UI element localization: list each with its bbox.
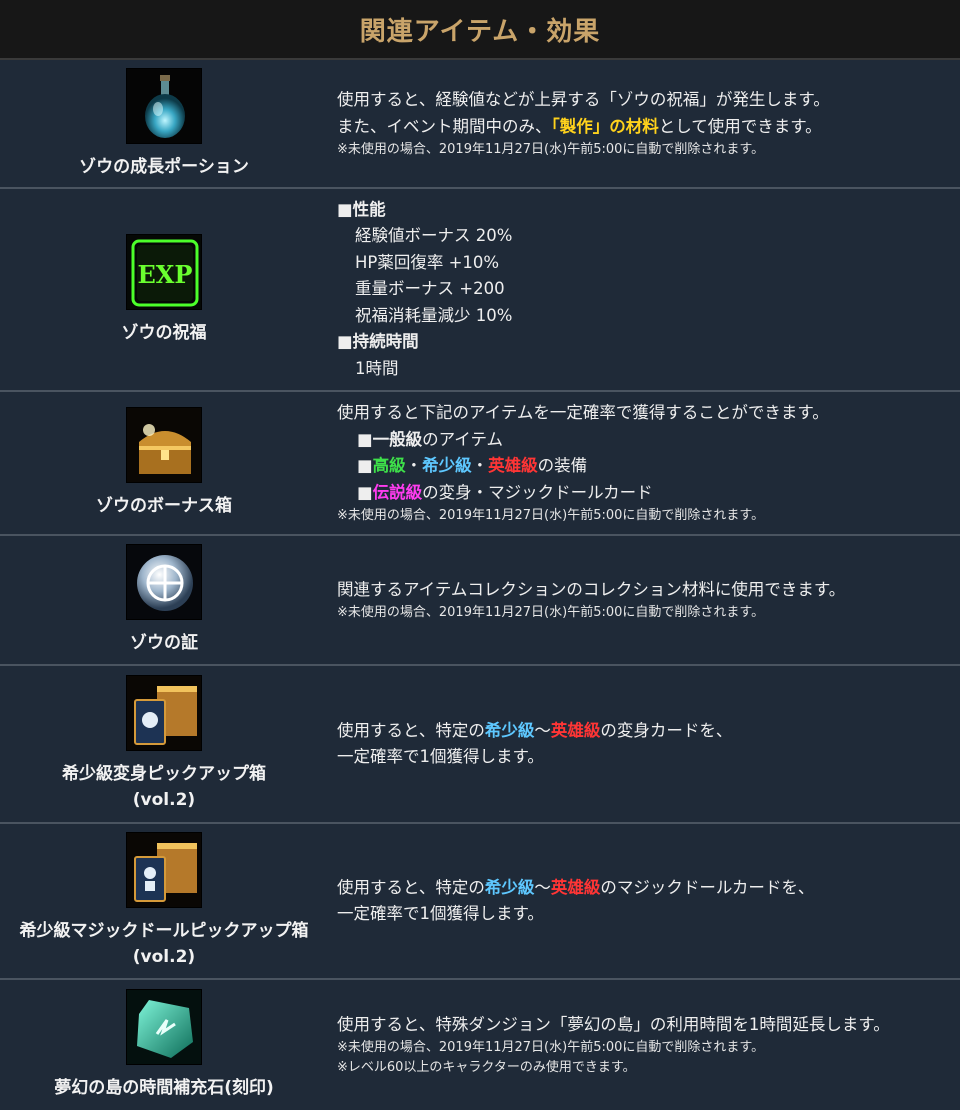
deletion-note: ※未使用の場合、2019年11月27日(水)午前5:00に自動で削除されます。 bbox=[337, 1040, 765, 1056]
desc-line: 使用すると、特殊ダンジョン「夢幻の島」の利用時間を1時間延長します。 bbox=[337, 1014, 890, 1034]
item-cell: EXP ゾウの祝福 bbox=[0, 189, 328, 390]
desc-line: また、イベント期間中のみ、「製作」の材料として使用できます。 bbox=[337, 114, 960, 141]
reward-tier-line: ■伝説級の変身・マジックドールカード bbox=[337, 480, 960, 507]
stat-line: 重量ボーナス +200 bbox=[355, 279, 505, 299]
desc-line: 使用すると下記のアイテムを一定確率で獲得することができます。 bbox=[337, 403, 829, 422]
medal-icon bbox=[126, 544, 202, 620]
tier-legend: 伝説級 bbox=[372, 482, 423, 502]
text: 使用すると、特定の bbox=[337, 720, 485, 740]
bullet: ■ bbox=[357, 456, 373, 475]
item-row-time-stone: 夢幻の島の時間補充石(刻印) 使用すると、特殊ダンジョン「夢幻の島」の利用時間を… bbox=[0, 980, 960, 1110]
item-row-transform-pickup-box: 希少級変身ピックアップ箱 (vol.2) 使用すると、特定の希少級～英雄級の変身… bbox=[0, 666, 960, 824]
stat-line: 祝福消耗量減少 10% bbox=[355, 305, 513, 325]
treasure-chest-icon bbox=[126, 407, 202, 483]
text: また、イベント期間中のみ、 bbox=[337, 116, 552, 136]
desc-line: 一定確率で1個獲得します。 bbox=[337, 904, 544, 923]
tier-high: 高級 bbox=[372, 456, 406, 475]
separator: ・ bbox=[405, 456, 423, 475]
bullet: ■ bbox=[357, 482, 373, 502]
item-description: 関連するアイテムコレクションのコレクション材料に使用できます。 ※未使用の場合、… bbox=[328, 536, 960, 664]
section-label-performance: ■性能 bbox=[337, 199, 386, 219]
text: のアイテム bbox=[422, 429, 503, 449]
card-chest-icon bbox=[126, 675, 202, 751]
deletion-note: ※未使用の場合、2019年11月27日(水)午前5:00に自動で削除されます。 bbox=[337, 605, 765, 621]
text: として使用できます。 bbox=[658, 116, 822, 136]
stat-line: 経験値ボーナス 20% bbox=[355, 226, 513, 246]
item-description: 使用すると、経験値などが上昇する「ゾウの祝福」が発生します。 また、イベント期間… bbox=[328, 60, 960, 187]
text: の変身カードを、 bbox=[600, 720, 733, 740]
item-row-proof: ゾウの証 関連するアイテムコレクションのコレクション材料に使用できます。 ※未使… bbox=[0, 536, 960, 666]
item-name: ゾウの成長ポーション bbox=[79, 156, 249, 177]
text: のマジックドールカードを、 bbox=[600, 877, 815, 897]
potion-icon bbox=[126, 67, 202, 144]
text: ～ bbox=[534, 877, 551, 897]
tier-rare: 希少級 bbox=[422, 456, 472, 475]
exp-icon: EXP bbox=[126, 233, 202, 310]
text: ～ bbox=[534, 720, 551, 740]
item-description: 使用すると、特殊ダンジョン「夢幻の島」の利用時間を1時間延長します。 ※未使用の… bbox=[328, 980, 960, 1110]
item-name: ゾウの祝福 bbox=[121, 322, 207, 343]
text: の装備 bbox=[537, 456, 588, 475]
section-title: 関連アイテム・効果 bbox=[359, 16, 601, 47]
separator: ・ bbox=[471, 456, 489, 475]
item-name: ゾウのボーナス箱 bbox=[96, 496, 232, 516]
tier-rare: 希少級 bbox=[484, 720, 535, 740]
item-cell: 希少級変身ピックアップ箱 (vol.2) bbox=[0, 666, 328, 822]
item-description: 使用すると、特定の希少級～英雄級の変身カードを、 一定確率で1個獲得します。 bbox=[328, 666, 960, 822]
highlight-crafting-material: 「製作」の材料 bbox=[551, 116, 659, 136]
item-description: ■性能 経験値ボーナス 20% HP薬回復率 +10% 重量ボーナス +200 … bbox=[328, 189, 960, 390]
tier-hero: 英雄級 bbox=[550, 877, 601, 897]
doll-chest-icon bbox=[126, 832, 202, 908]
text: 使用すると、特定の bbox=[337, 877, 485, 897]
item-description: 使用すると、特定の希少級～英雄級のマジックドールカードを、 一定確率で1個獲得し… bbox=[328, 824, 960, 978]
item-name: ゾウの証 bbox=[130, 633, 198, 653]
tier-hero: 英雄級 bbox=[550, 720, 601, 740]
reward-tier-line: ■一般級のアイテム bbox=[337, 427, 960, 454]
text: の変身・マジックドールカード bbox=[422, 482, 653, 502]
svg-text:EXP: EXP bbox=[138, 260, 193, 289]
tier-rare: 希少級 bbox=[484, 877, 535, 897]
stat-line: HP薬回復率 +10% bbox=[355, 252, 500, 272]
level-restriction-note: ※レベル60以上のキャラクターのみ使用できます。 bbox=[337, 1060, 636, 1076]
desc-line: 一定確率で1個獲得します。 bbox=[337, 747, 544, 766]
bullet: ■ bbox=[357, 429, 373, 449]
desc-line: 関連するアイテムコレクションのコレクション材料に使用できます。 bbox=[337, 579, 846, 599]
item-name: 希少級マジックドールピックアップ箱 (vol.2) bbox=[19, 921, 309, 967]
item-name: 希少級変身ピックアップ箱 (vol.2) bbox=[62, 764, 266, 810]
item-name: 夢幻の島の時間補充石(刻印) bbox=[54, 1078, 274, 1098]
gem-icon bbox=[126, 989, 202, 1065]
item-row-bonus-box: ゾウのボーナス箱 使用すると下記のアイテムを一定確率で獲得することができます。 … bbox=[0, 392, 960, 536]
tier-common: 一般級 bbox=[372, 429, 423, 449]
item-cell: ゾウの証 bbox=[0, 536, 328, 664]
desc-line: 使用すると、特定の希少級～英雄級のマジックドールカードを、 bbox=[337, 875, 960, 902]
item-row-blessing: EXP ゾウの祝福 ■性能 経験値ボーナス 20% HP薬回復率 +10% 重量… bbox=[0, 189, 960, 392]
desc-line: 使用すると、経験値などが上昇する「ゾウの祝福」が発生します。 bbox=[337, 90, 830, 109]
deletion-note: ※未使用の場合、2019年11月27日(水)午前5:00に自動で削除されます。 bbox=[337, 508, 765, 523]
deletion-note: ※未使用の場合、2019年11月27日(水)午前5:00に自動で削除されます。 bbox=[337, 142, 765, 157]
item-cell: ゾウの成長ポーション bbox=[0, 60, 328, 187]
section-header: 関連アイテム・効果 bbox=[0, 0, 960, 60]
duration-value: 1時間 bbox=[355, 358, 399, 378]
reward-tier-line: ■高級・希少級・英雄級の装備 bbox=[337, 453, 960, 480]
section-label-duration: ■持続時間 bbox=[337, 332, 419, 352]
item-cell: 希少級マジックドールピックアップ箱 (vol.2) bbox=[0, 824, 328, 978]
item-row-doll-pickup-box: 希少級マジックドールピックアップ箱 (vol.2) 使用すると、特定の希少級～英… bbox=[0, 824, 960, 980]
item-description: 使用すると下記のアイテムを一定確率で獲得することができます。 ■一般級のアイテム… bbox=[328, 392, 960, 534]
item-row-growth-potion: ゾウの成長ポーション 使用すると、経験値などが上昇する「ゾウの祝福」が発生します… bbox=[0, 60, 960, 189]
item-cell: 夢幻の島の時間補充石(刻印) bbox=[0, 980, 328, 1110]
desc-line: 使用すると、特定の希少級～英雄級の変身カードを、 bbox=[337, 718, 960, 745]
item-cell: ゾウのボーナス箱 bbox=[0, 392, 328, 534]
tier-hero: 英雄級 bbox=[488, 456, 538, 475]
